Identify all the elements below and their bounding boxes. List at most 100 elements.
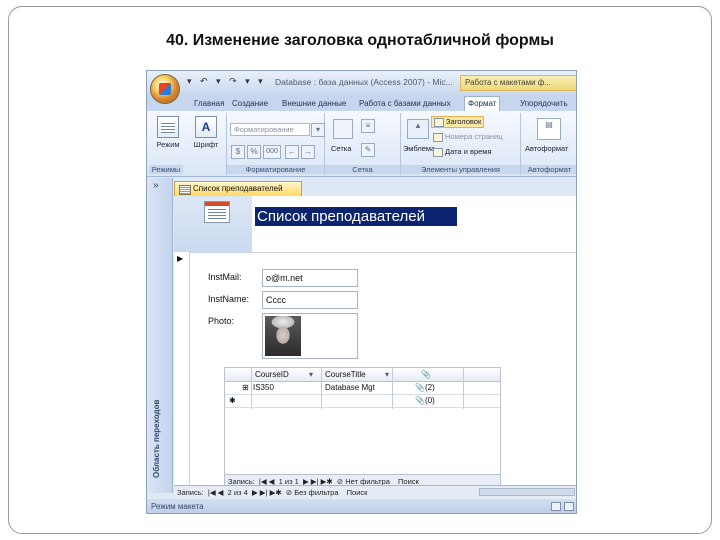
cell-courseid[interactable]: IS350 <box>253 383 274 392</box>
form-header-title[interactable]: Список преподавателей <box>255 207 457 226</box>
group-controls: ▲ Эмблема Заголовок Номера страниц Дата … <box>401 113 521 175</box>
group-gridlines: ≡ ✎ Сетка Сетка <box>325 113 401 175</box>
tab-home[interactable]: Главная <box>191 97 227 111</box>
column-divider <box>251 368 252 409</box>
field-instname[interactable]: Cccc <box>262 291 358 309</box>
group-label-views: Режимы <box>149 165 183 174</box>
form-layout-area: Список преподавателей ▶ InstMail: o@m.ne… <box>174 196 576 493</box>
percent-icon[interactable]: % <box>247 145 261 159</box>
navigation-pane[interactable]: » Область переходов <box>147 178 173 493</box>
title-icon <box>434 117 444 127</box>
tab-database-tools[interactable]: Работа с базами данных <box>356 97 454 111</box>
form-logo-icon[interactable] <box>204 201 230 223</box>
emblem-button[interactable]: Эмблема <box>403 144 435 153</box>
photo-image <box>265 316 301 356</box>
office-button-icon[interactable] <box>150 74 180 104</box>
sort-arrow-icon[interactable]: ▾ <box>309 370 313 379</box>
ribbon-tab-row: Главная Создание Внешние данные Работа с… <box>147 95 576 111</box>
field-instmail[interactable]: o@m.net <box>262 269 358 287</box>
column-divider <box>463 368 464 409</box>
group-formatting: Форматирование ▾ $ % 000 ← → Форматирова… <box>227 113 325 175</box>
access-window: ▾ ↶ ▾ ↷ ▾ ▾ Database : база данных (Acce… <box>146 70 577 514</box>
column-divider <box>392 368 393 409</box>
emblem-icon[interactable]: ▲ <box>407 119 429 139</box>
page-numbers-icon <box>433 132 443 142</box>
date-time-icon <box>433 147 443 157</box>
record-selector-arrow-icon: ▶ <box>177 254 184 263</box>
ribbon: Режим A Шрифт Режимы Форматирование ▾ $ … <box>147 111 576 177</box>
cell-attachment[interactable]: 📎(2) <box>415 383 435 392</box>
date-time-button[interactable]: Дата и время <box>433 147 492 157</box>
title-button-label: Заголовок <box>446 117 482 126</box>
group-label-autoformat: Автоформат <box>521 165 576 174</box>
status-bar: Режим макета <box>147 499 576 513</box>
window-title: Database : база данных (Access 2007) - M… <box>275 77 453 87</box>
layout-view-icon[interactable] <box>564 502 574 511</box>
main-nav-position[interactable]: 2 из 4 <box>228 488 248 497</box>
format-dropdown[interactable]: Форматирование <box>230 123 310 136</box>
group-label-formatting: Форматирование <box>227 165 324 174</box>
date-time-label: Дата и время <box>445 147 492 156</box>
column-divider <box>321 368 322 409</box>
main-nav-filter[interactable]: Без фильтра <box>294 488 338 497</box>
tab-external-data[interactable]: Внешние данные <box>279 97 349 111</box>
label-instmail: InstMail: <box>208 272 242 282</box>
increase-decimals-icon[interactable]: ← <box>285 145 299 159</box>
status-text: Режим макета <box>151 502 204 511</box>
tab-arrange[interactable]: Упорядочить <box>517 97 571 111</box>
main-nav-first-icon[interactable]: |◀ ◀ <box>206 488 226 497</box>
cell-attachment-new[interactable]: 📎(0) <box>415 396 435 405</box>
main-filter-icon[interactable]: ⊘ <box>286 488 292 497</box>
field-photo[interactable] <box>262 313 358 359</box>
main-nav-search[interactable]: Поиск <box>347 488 368 497</box>
gridlines-icon[interactable] <box>333 119 353 139</box>
currency-icon[interactable]: $ <box>231 145 245 159</box>
label-instname: InstName: <box>208 294 250 304</box>
quick-access-toolbar[interactable]: ▾ ↶ ▾ ↷ ▾ ▾ <box>187 76 266 87</box>
form-header: Список преподавателей <box>174 196 576 252</box>
page-numbers-button[interactable]: Номера страниц <box>433 132 503 142</box>
form-detail: InstMail: o@m.net InstName: Cccc Photo: … <box>190 252 576 493</box>
autoformat-icon[interactable]: ▤ <box>537 118 561 140</box>
table-row[interactable]: ⊞ IS350 Database Mgt 📎(2) <box>225 382 500 395</box>
slide-title: 40. Изменение заголовка однотабличной фо… <box>166 32 554 49</box>
dropdown-arrow-icon[interactable]: ▾ <box>311 123 325 137</box>
group-label-controls: Элементы управления <box>401 165 520 174</box>
sort-arrow-icon-2[interactable]: ▾ <box>385 370 389 379</box>
line-style-icon[interactable]: ≡ <box>361 119 375 133</box>
view-switch-icon[interactable] <box>551 502 561 511</box>
autoformat-button[interactable]: Автоформат <box>525 144 568 153</box>
horizontal-scrollbar[interactable] <box>479 488 575 496</box>
record-selector[interactable]: ▶ <box>174 252 190 493</box>
form-header-logo-area <box>174 196 252 252</box>
column-header-courseid[interactable]: CourseID <box>255 370 289 379</box>
line-color-icon[interactable]: ✎ <box>361 143 375 157</box>
title-bar: ▾ ↶ ▾ ↷ ▾ ▾ Database : база данных (Acce… <box>147 71 576 95</box>
main-nav-next-icon[interactable]: ▶ ▶| ▶✱ <box>250 488 284 497</box>
attachment-column-icon[interactable]: 📎 <box>421 370 431 379</box>
subform-header: CourseID ▾ CourseTitle ▾ 📎 <box>225 368 500 382</box>
mode-button[interactable]: Режим <box>151 116 185 160</box>
new-record-icon: ✱ <box>229 396 236 405</box>
nav-pane-toggle-icon[interactable]: » <box>153 180 159 191</box>
font-button[interactable]: A Шрифт <box>189 116 223 160</box>
label-photo: Photo: <box>208 316 235 326</box>
tab-create[interactable]: Создание <box>229 97 271 111</box>
font-icon: A <box>195 116 217 138</box>
row-expand-icon[interactable]: ⊞ <box>242 383 249 392</box>
column-header-coursetitle[interactable]: CourseTitle <box>325 370 366 379</box>
main-nav-label: Запись: <box>177 488 204 497</box>
grid-button[interactable]: Сетка <box>331 144 351 153</box>
document-tab-teachers[interactable]: Список преподавателей <box>174 181 302 196</box>
thousands-icon[interactable]: 000 <box>263 145 281 159</box>
cell-coursetitle[interactable]: Database Mgt <box>325 383 375 392</box>
subform-courses: CourseID ▾ CourseTitle ▾ 📎 ⊞ IS350 Datab… <box>224 367 501 489</box>
title-button[interactable]: Заголовок <box>431 116 485 128</box>
tab-format[interactable]: Формат <box>464 96 501 111</box>
table-row-new[interactable]: ✱ 📎(0) <box>225 395 500 408</box>
decrease-decimals-icon[interactable]: → <box>301 145 315 159</box>
page-numbers-label: Номера страниц <box>445 132 503 141</box>
mode-button-label: Режим <box>156 140 180 149</box>
context-tab-layout-tools[interactable]: Работа с макетами ф... <box>460 75 576 91</box>
font-button-label: Шрифт <box>193 140 219 149</box>
